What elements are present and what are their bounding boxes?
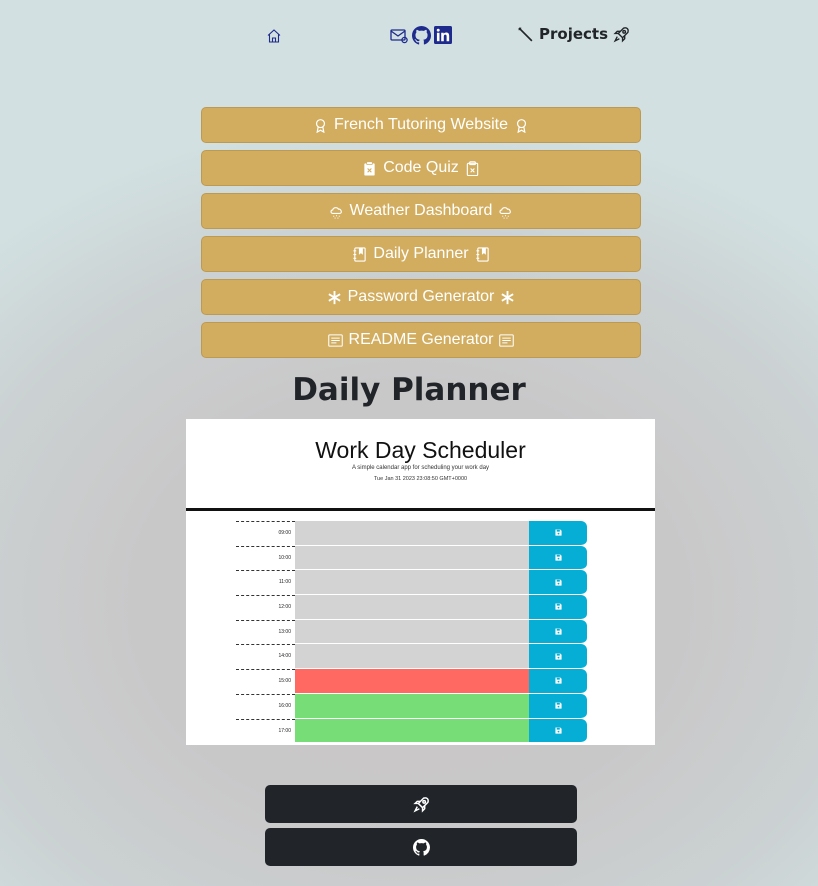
time-block-row: 16:00 [236, 693, 587, 719]
cloud-snow-icon [329, 206, 342, 219]
save-icon [554, 603, 562, 610]
time-block-textarea [295, 669, 529, 694]
time-block-save-button [529, 644, 587, 670]
project-button-daily-planner[interactable]: Daily Planner [201, 236, 641, 272]
project-label: README Generator [348, 331, 494, 348]
time-block-hour: 10:00 [236, 545, 295, 571]
time-block-save-button [529, 693, 587, 719]
preview-subtitle: A simple calendar app for scheduling you… [351, 465, 490, 471]
time-block-textarea [295, 693, 529, 719]
journal-bookmark-icon [475, 246, 489, 262]
save-icon [554, 702, 562, 709]
preview-date: Tue Jan 31 2023 23:08:50 GMT+0000 [373, 476, 468, 482]
social-links [390, 26, 453, 45]
asterisk-icon [501, 290, 514, 304]
time-block-save-button [529, 619, 587, 645]
deployed-app-button[interactable] [265, 785, 577, 823]
save-icon [554, 554, 562, 561]
save-icon [554, 579, 562, 586]
save-icon [554, 628, 562, 635]
time-block-row: 11:00 [236, 570, 587, 596]
time-block-row: 13:00 [236, 619, 587, 645]
time-block-row: 17:00 [236, 718, 587, 744]
time-block-row: 14:00 [236, 644, 587, 670]
project-button-readme-generator[interactable]: README Generator [201, 322, 641, 358]
time-block-hour: 14:00 [236, 644, 295, 669]
time-block-textarea [295, 570, 529, 596]
project-label: Password Generator [347, 288, 495, 305]
project-list: French Tutoring Website Code Quiz Weathe… [201, 107, 641, 365]
rocket-icon [613, 26, 629, 43]
project-label: Daily Planner [373, 245, 469, 262]
github-icon[interactable] [412, 26, 431, 45]
time-block-textarea [295, 595, 529, 620]
time-block-textarea [295, 644, 529, 670]
rocket-icon [412, 796, 429, 813]
time-block-save-button [529, 718, 587, 744]
save-icon [554, 653, 562, 660]
clipboard-x-icon [364, 160, 375, 176]
card-text-icon [499, 333, 515, 347]
project-button-french-tutoring[interactable]: French Tutoring Website [201, 107, 641, 143]
project-label: Code Quiz [383, 159, 459, 176]
award-icon [516, 118, 527, 133]
time-block-save-button [529, 595, 587, 620]
time-block-hour: 16:00 [236, 693, 295, 719]
envelope-at-icon[interactable] [390, 26, 409, 45]
top-nav: Projects [0, 0, 818, 70]
projects-label: Projects [539, 25, 609, 43]
projects-nav-link[interactable]: Projects [517, 25, 630, 43]
project-screenshot: Work Day Scheduler A simple calendar app… [186, 419, 655, 745]
clipboard-x-icon [466, 160, 479, 176]
project-button-weather-dashboard[interactable]: Weather Dashboard [201, 193, 641, 229]
award-icon [315, 118, 326, 133]
time-block-hour: 11:00 [236, 570, 295, 595]
journal-bookmark-icon [353, 246, 367, 262]
section-title: Daily Planner [292, 372, 526, 408]
preview-divider [186, 508, 655, 511]
card-text-icon [327, 333, 343, 347]
time-block-hour: 15:00 [236, 669, 295, 694]
preview-time-blocks: 09:00 10:00 11:00 12:00 13:00 14:00 15:00 16:00… [236, 521, 587, 744]
time-block-hour: 09:00 [236, 521, 295, 546]
linkedin-icon[interactable] [434, 26, 453, 45]
time-block-hour: 12:00 [236, 595, 295, 620]
house-icon[interactable] [264, 26, 284, 46]
time-block-textarea [295, 521, 529, 546]
time-block-row: 10:00 [236, 545, 587, 571]
time-block-hour: 13:00 [236, 619, 295, 645]
time-block-row: 15:00 [236, 669, 587, 694]
project-button-password-generator[interactable]: Password Generator [201, 279, 641, 315]
time-block-save-button [529, 669, 587, 694]
time-block-textarea [295, 619, 529, 645]
cloud-snow-icon [499, 206, 512, 219]
save-icon [554, 677, 562, 685]
time-block-hour: 17:00 [236, 718, 295, 744]
time-block-textarea [295, 718, 529, 744]
github-repo-button[interactable] [265, 828, 577, 866]
save-icon [554, 727, 562, 734]
time-block-row: 12:00 [236, 595, 587, 620]
project-label: Weather Dashboard [349, 202, 493, 219]
wand-icon [518, 27, 533, 41]
asterisk-icon [328, 290, 341, 304]
preview-title: Work Day Scheduler [315, 437, 526, 463]
time-block-save-button [529, 570, 587, 596]
time-block-textarea [295, 545, 529, 571]
time-block-save-button [529, 545, 587, 571]
time-block-row: 09:00 [236, 521, 587, 546]
project-label: French Tutoring Website [333, 116, 508, 133]
time-block-save-button [529, 521, 587, 546]
github-icon [412, 838, 430, 856]
project-button-code-quiz[interactable]: Code Quiz [201, 150, 641, 186]
save-icon [554, 529, 562, 536]
